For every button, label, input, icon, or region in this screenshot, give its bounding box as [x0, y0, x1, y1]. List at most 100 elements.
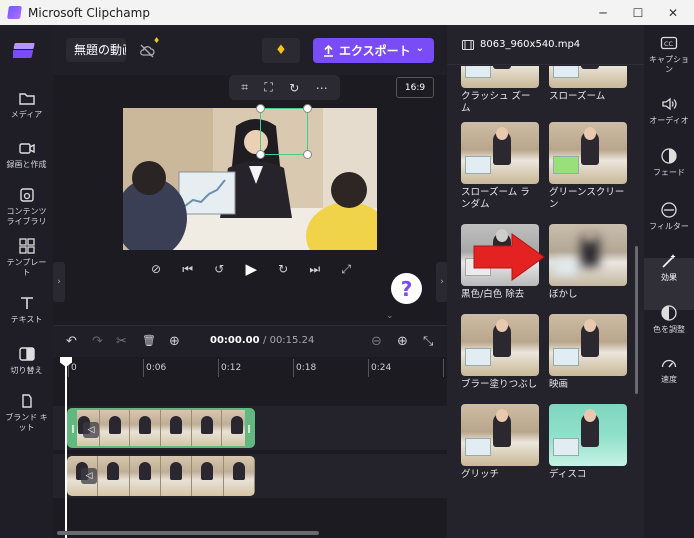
speaker-icon[interactable]: ◁: [83, 422, 99, 438]
clipchamp-logo-icon: [7, 6, 22, 19]
right-properties-rail: CC キャプション オーディオ フェード フィルター 効果 色を調整 速度: [644, 25, 694, 538]
clipchamp-brand-icon: [13, 43, 35, 58]
timeline-horizontal-scrollbar[interactable]: [57, 531, 319, 535]
clipchamp-window: Microsoft Clipchamp ─ ☐ ✕ メディア 録画と作成 コンテ…: [0, 0, 694, 538]
rail-item-label: 速度: [661, 375, 677, 384]
add-media-icon[interactable]: ⊕: [169, 334, 180, 349]
audio-icon: [662, 97, 677, 111]
rotate-icon[interactable]: ↻: [289, 81, 299, 95]
sidebar-item-transitions[interactable]: 切り替え: [0, 345, 53, 376]
selection-box[interactable]: [260, 108, 308, 155]
resize-handle[interactable]: [256, 104, 265, 113]
sidebar-item-label: テキスト: [10, 315, 43, 324]
collapse-timeline-icon[interactable]: ⌄: [386, 311, 394, 321]
clip-thumbnail: [160, 456, 193, 496]
clip-thumbnail: [223, 456, 255, 496]
forward-5s-icon[interactable]: ↻: [278, 262, 288, 276]
expand-left-panel-button[interactable]: ›: [53, 262, 65, 302]
clip-thumbnail: [192, 456, 224, 496]
rail-item-color-adjust[interactable]: 色を調整: [644, 304, 694, 335]
redo-icon[interactable]: ↷: [92, 334, 103, 349]
effects-panel-scrollbar[interactable]: [635, 246, 638, 394]
thumbnail-face: [584, 229, 596, 242]
effect-tile[interactable]: グリッチ: [461, 404, 539, 481]
panel-file-name: 8063_960x540.mp4: [480, 39, 581, 50]
timeline-toolbar: ↶ ↷ ✂ 🗑 ⊕ 00:00.00 / 00:15.24 ⊖ ⊕ ⤡: [53, 325, 447, 357]
timecode: 00:00.00 / 00:15.24: [210, 335, 314, 346]
rewind-5s-icon[interactable]: ↺: [214, 262, 224, 276]
sidebar-item-record[interactable]: 録画と作成: [0, 139, 53, 170]
fullscreen-icon[interactable]: ⤢: [341, 262, 351, 277]
thumbnail-face: [496, 127, 508, 140]
tick-line: [443, 359, 444, 377]
rail-item-captions[interactable]: CC キャプション: [644, 34, 694, 75]
minimize-button[interactable]: ─: [586, 0, 620, 25]
sidebar-item-templates[interactable]: テンプレート: [0, 237, 53, 278]
zoom-in-icon[interactable]: ⊕: [397, 334, 408, 349]
video-preview[interactable]: [123, 108, 377, 250]
fit-icon[interactable]: ⛶: [264, 80, 272, 95]
resize-handle[interactable]: [303, 150, 312, 159]
rail-item-effects[interactable]: 効果: [644, 252, 694, 283]
sidebar-item-content-library[interactable]: コンテンツ ライブラリ: [0, 186, 53, 227]
sidebar-item-brand-kit[interactable]: ブランド キット: [0, 392, 53, 433]
sidebar-item-text[interactable]: テキスト: [0, 294, 53, 325]
thumbnail-laptop: [553, 156, 579, 174]
upload-icon: [323, 44, 333, 57]
sidebar-item-label: ブランド キット: [5, 413, 48, 432]
thumbnail-laptop: [465, 348, 491, 366]
help-button[interactable]: ?: [391, 273, 422, 304]
effect-tile[interactable]: スローズーム ランダム: [461, 122, 539, 211]
folder-icon: [18, 93, 35, 105]
rail-item-fade[interactable]: フェード: [644, 147, 694, 178]
speaker-icon[interactable]: ◁: [81, 468, 97, 484]
video-clip[interactable]: ◁: [67, 456, 255, 496]
split-icon[interactable]: ✂: [116, 334, 127, 349]
clip-thumbnail: [130, 410, 162, 446]
delete-icon[interactable]: 🗑: [142, 334, 156, 347]
resize-handle[interactable]: [303, 104, 312, 113]
premium-icon: ♦: [153, 36, 161, 45]
fit-timeline-icon[interactable]: ⤡: [423, 334, 433, 349]
rail-item-speed[interactable]: 速度: [644, 354, 694, 385]
clip-trim-handle-right[interactable]: ‖: [245, 410, 253, 446]
effect-tile[interactable]: ぼかし: [549, 224, 627, 301]
effect-tile[interactable]: ディスコ: [549, 404, 627, 481]
skip-back-icon[interactable]: ⏮: [182, 262, 193, 277]
maximize-button[interactable]: ☐: [621, 0, 655, 25]
premium-button[interactable]: ♦: [262, 38, 300, 63]
crop-icon[interactable]: ⌗: [241, 80, 248, 95]
clip-thumbnail: [191, 410, 223, 446]
hide-captions-icon[interactable]: ⊘: [151, 262, 161, 276]
chevron-down-icon: ⌄: [415, 43, 425, 54]
export-label: エクスポート: [338, 44, 411, 58]
play-icon[interactable]: ▶: [245, 260, 257, 278]
panel-header: 8063_960x540.mp4: [447, 25, 644, 65]
aspect-ratio-button[interactable]: 16:9: [396, 77, 434, 98]
resize-handle[interactable]: [256, 150, 265, 159]
tick-line: [218, 359, 219, 377]
playhead[interactable]: [65, 357, 67, 538]
timeline-ruler[interactable]: 0 0:06 0:12 0:18 0:24: [53, 357, 447, 379]
export-button[interactable]: エクスポート ⌄: [313, 38, 434, 63]
effect-tile[interactable]: ブラー塗りつぶし: [461, 314, 539, 391]
rail-item-label: キャプション: [649, 55, 689, 74]
effect-tile[interactable]: グリーンスクリーン: [549, 122, 627, 211]
more-options-icon[interactable]: ⋯: [316, 81, 328, 95]
close-button[interactable]: ✕: [656, 0, 690, 25]
project-name-field[interactable]: 無題の動画: [66, 38, 126, 62]
zoom-out-icon[interactable]: ⊖: [371, 334, 382, 349]
effect-thumbnail: [461, 122, 539, 184]
rail-item-audio[interactable]: オーディオ: [644, 95, 694, 126]
speed-icon: [661, 359, 677, 368]
thumbnail-face: [584, 319, 596, 332]
video-clip-selected[interactable]: ‖ ‖ ◁: [67, 408, 255, 448]
sidebar-item-media[interactable]: メディア: [0, 89, 53, 120]
rail-item-filters[interactable]: フィルター: [644, 201, 694, 232]
effect-tile[interactable]: 映画: [549, 314, 627, 391]
clip-trim-handle-left[interactable]: ‖: [69, 410, 77, 446]
effect-thumbnail: [549, 224, 627, 286]
skip-forward-icon[interactable]: ⏭: [309, 262, 320, 277]
undo-icon[interactable]: ↶: [66, 334, 77, 349]
effect-thumbnail: [549, 314, 627, 376]
